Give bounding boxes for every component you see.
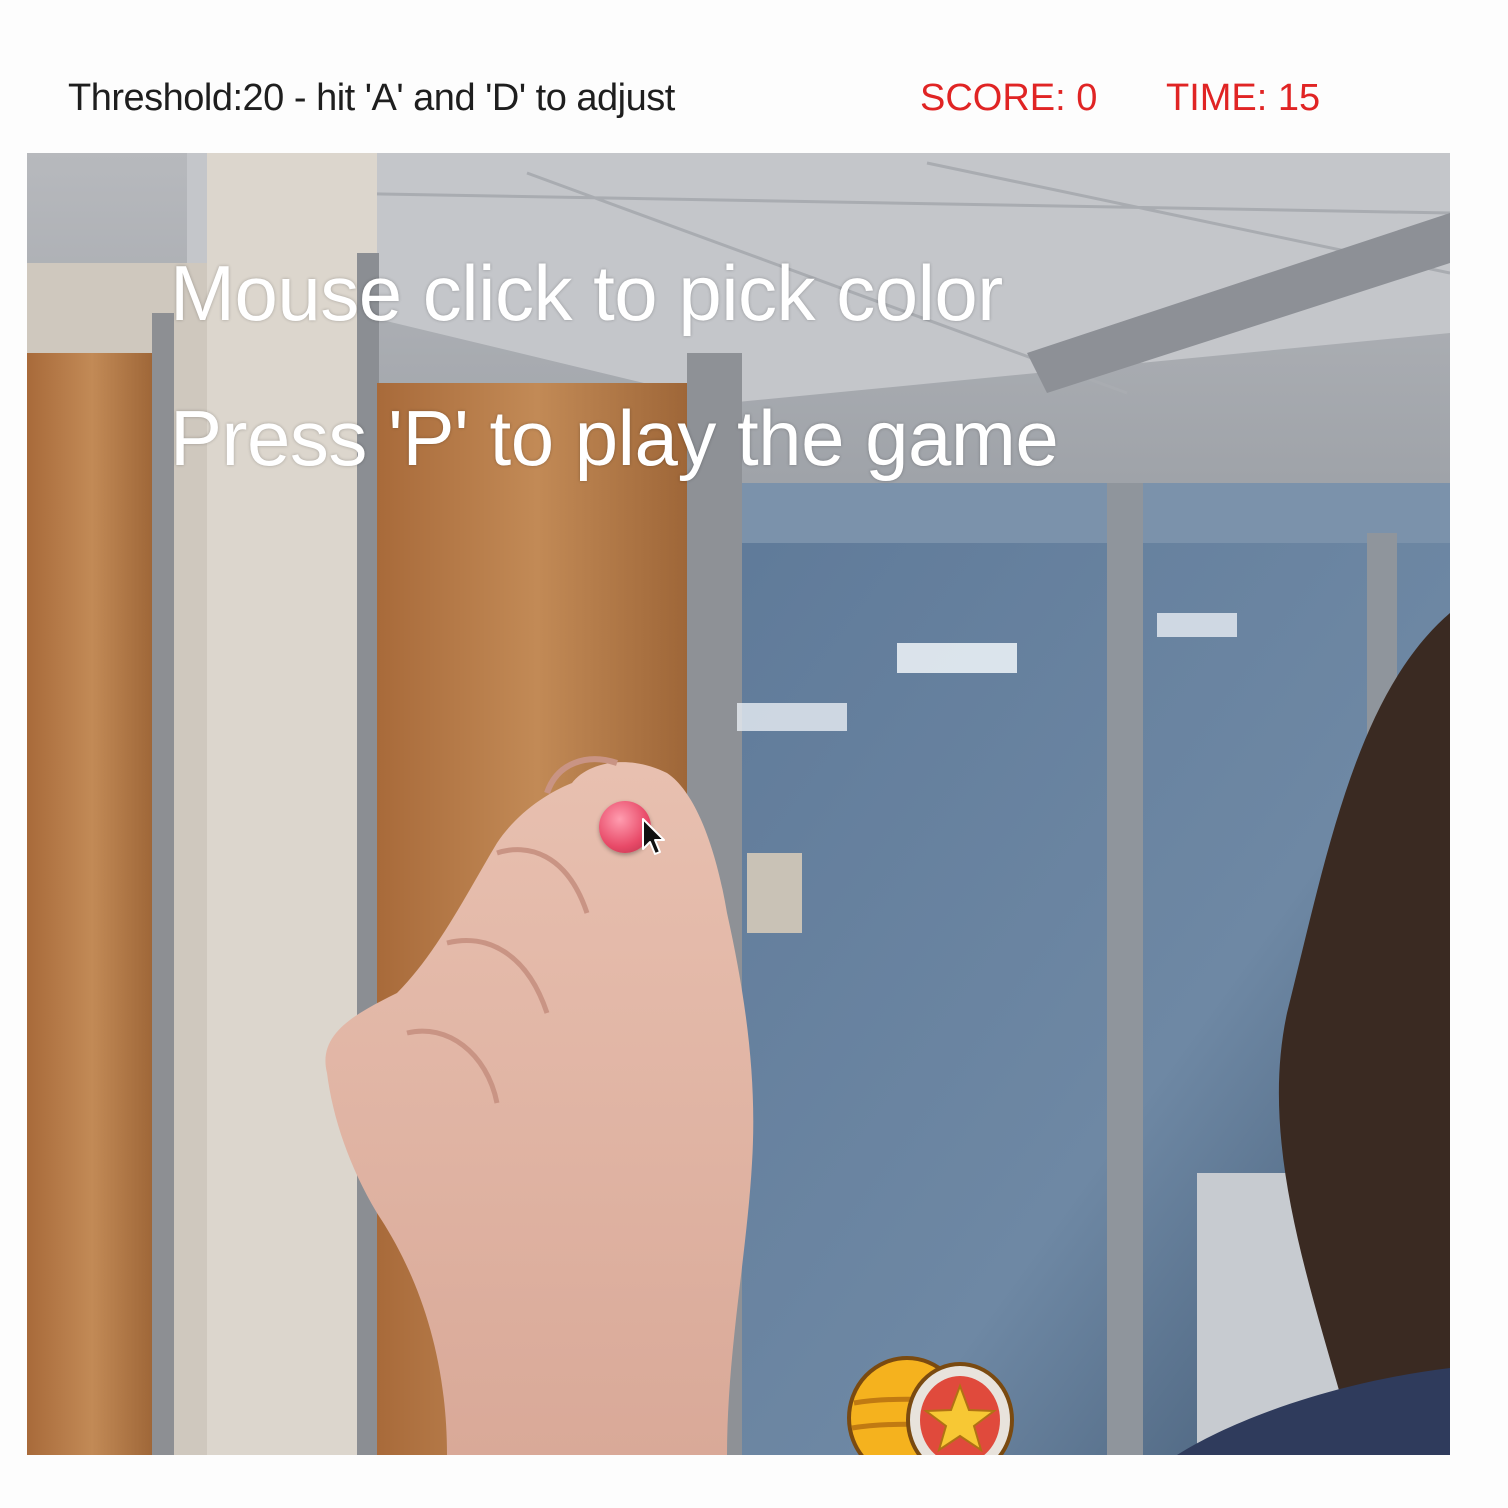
overlay-instruction-pick-color: Mouse click to pick color	[170, 249, 1003, 337]
camera-feed	[27, 153, 1450, 1455]
threshold-label: Threshold:20 - hit 'A' and 'D' to adjust	[68, 77, 675, 119]
game-stage[interactable]: Mouse click to pick color Press 'P' to p…	[27, 153, 1450, 1455]
drum-icon	[847, 1356, 1014, 1455]
time-display: TIME: 15	[1166, 77, 1321, 119]
overlay-instruction-play: Press 'P' to play the game	[170, 394, 1059, 482]
target-color-ball[interactable]	[599, 801, 651, 853]
score-display: SCORE: 0	[920, 77, 1098, 119]
